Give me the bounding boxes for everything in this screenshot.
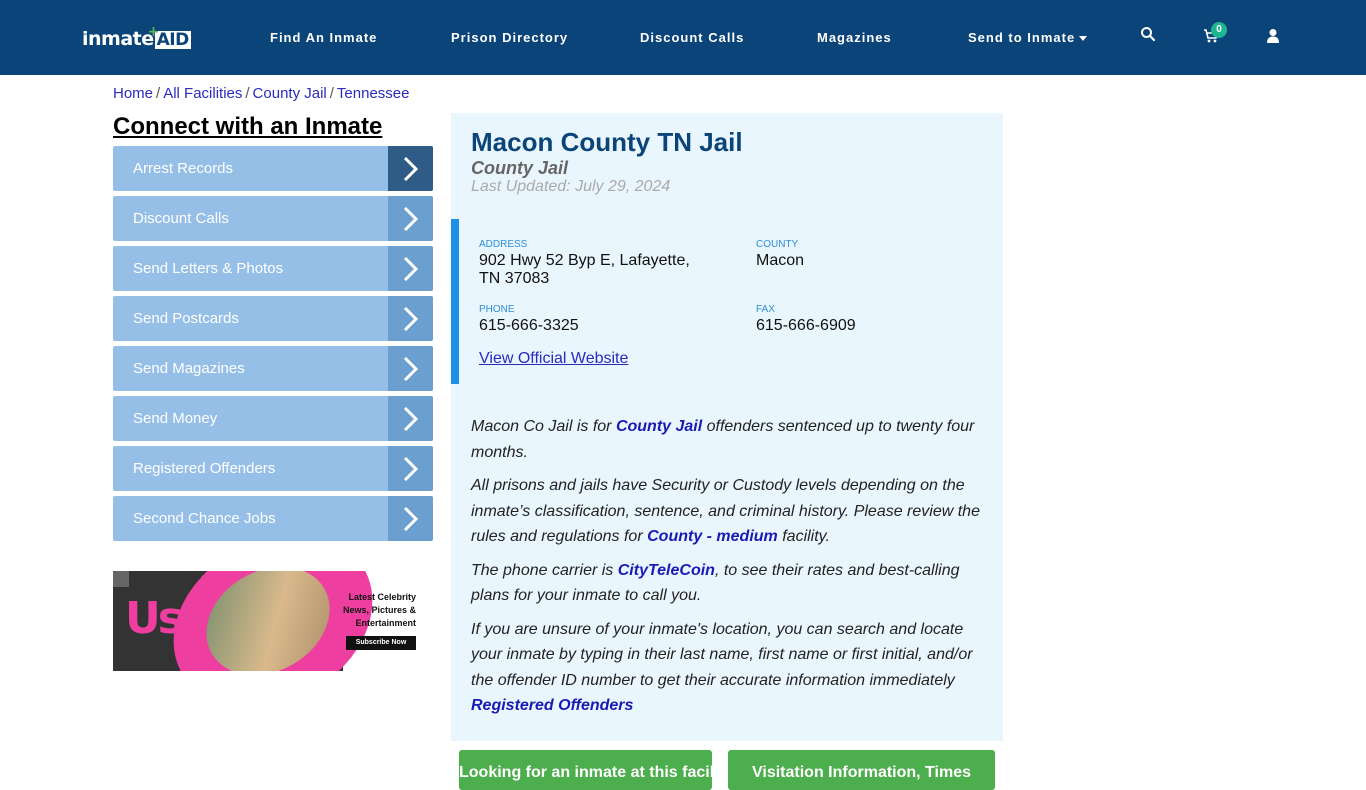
- ad-brand-logo: Us: [125, 593, 184, 644]
- address-line-2: TN 37083: [479, 270, 550, 287]
- sidebar-menu: Arrest Records Discount Calls Send Lette…: [113, 146, 433, 546]
- nav-find-an-inmate[interactable]: Find An Inmate: [270, 30, 377, 45]
- ad-corner: [113, 571, 129, 587]
- chevron-right-icon: [388, 246, 433, 291]
- sidebar-item-label: Send Magazines: [133, 360, 245, 377]
- chevron-right-icon: [388, 146, 433, 191]
- cart-count-badge: 0: [1211, 22, 1227, 38]
- sidebar-item-label: Send Letters & Photos: [133, 260, 284, 277]
- description-paragraph: Macon Co Jail is for County Jail offende…: [471, 414, 991, 465]
- breadcrumb-separator: /: [245, 85, 250, 102]
- facility-type: County Jail: [471, 158, 569, 178]
- text: If you are unsure of your inmate's locat…: [471, 620, 973, 689]
- registered-offenders-link[interactable]: Registered Offenders: [471, 697, 633, 714]
- facility-title: Macon County TN Jail: [471, 127, 743, 157]
- phone-carrier-link[interactable]: CityTeleCoin: [618, 562, 715, 579]
- sidebar-item-label: Send Money: [133, 410, 218, 427]
- nav-send-to-inmate[interactable]: Send to Inmate: [968, 30, 1088, 45]
- fax-label: FAX: [756, 304, 775, 315]
- chevron-right-icon: [388, 346, 433, 391]
- find-inmate-at-facility-button[interactable]: Looking for an inmate at this facility?: [459, 750, 712, 790]
- county-label: COUNTY: [756, 239, 799, 250]
- sidebar-item-send-postcards[interactable]: Send Postcards: [113, 296, 433, 341]
- description-paragraph: All prisons and jails have Security or C…: [471, 473, 991, 550]
- facility-panel: Macon County TN Jail County Jail Last Up…: [451, 113, 1003, 741]
- sidebar-title: Connect with an Inmate: [113, 113, 383, 140]
- sidebar-item-arrest-records[interactable]: Arrest Records: [113, 146, 433, 191]
- nav-magazines[interactable]: Magazines: [817, 30, 892, 45]
- last-updated: Last Updated: July 29, 2024: [471, 178, 671, 195]
- sidebar-item-label: Discount Calls: [133, 210, 229, 227]
- user-icon: [1267, 29, 1279, 43]
- chevron-right-icon: [388, 196, 433, 241]
- search-icon: [1141, 27, 1156, 42]
- account-button[interactable]: [1266, 28, 1286, 48]
- description-paragraph: The phone carrier is CityTeleCoin, to se…: [471, 558, 991, 609]
- top-navbar: inmate + AID Find An Inmate Prison Directo…: [0, 0, 1366, 75]
- county-value: Macon: [756, 252, 805, 269]
- phone-label: PHONE: [479, 304, 515, 315]
- nav-send-to-inmate-label: Send to Inmate: [968, 30, 1076, 45]
- official-website-link[interactable]: View Official Website: [479, 350, 628, 368]
- ad-subscribe-button: Subscribe Now: [346, 636, 416, 650]
- nav-discount-calls[interactable]: Discount Calls: [640, 30, 744, 45]
- breadcrumb-tennessee[interactable]: Tennessee: [337, 85, 410, 102]
- text: The phone carrier is: [471, 561, 618, 579]
- chevron-right-icon: [388, 296, 433, 341]
- nav-prison-directory[interactable]: Prison Directory: [451, 30, 568, 45]
- visitation-information-button[interactable]: Visitation Information, Times: [728, 750, 995, 790]
- inmateaid-logo[interactable]: inmate + AID: [82, 24, 191, 50]
- sidebar-item-label: Arrest Records: [133, 160, 234, 177]
- plus-icon: +: [147, 24, 160, 40]
- chevron-right-icon: [388, 396, 433, 441]
- sidebar-item-send-magazines[interactable]: Send Magazines: [113, 346, 433, 391]
- caret-down-icon: [1079, 36, 1088, 42]
- logo-accent-text: AID: [156, 30, 190, 50]
- sidebar-item-label: Second Chance Jobs: [133, 510, 276, 527]
- security-level-link[interactable]: County - medium: [647, 528, 778, 545]
- sidebar-item-send-letters-photos[interactable]: Send Letters & Photos: [113, 246, 433, 291]
- description-paragraph: If you are unsure of your inmate's locat…: [471, 617, 991, 719]
- breadcrumb-separator: /: [156, 85, 161, 102]
- address-line-1: 902 Hwy 52 Byp E, Lafayette,: [479, 252, 690, 269]
- us-weekly-ad-banner[interactable]: Us Latest Celebrity News, Pictures & Ent…: [113, 571, 416, 671]
- breadcrumb: Home / All Facilities / County Jail / Tennesse…: [113, 85, 409, 102]
- ad-headline: Latest Celebrity News, Pictures & Entert…: [342, 592, 416, 628]
- chevron-right-icon: [388, 496, 433, 541]
- county-jail-link[interactable]: County Jail: [616, 418, 702, 435]
- sidebar-item-label: Registered Offenders: [133, 460, 276, 477]
- facility-info-card: ADDRESS 902 Hwy 52 Byp E, Lafayette, TN …: [451, 219, 1003, 384]
- sidebar-item-registered-offenders[interactable]: Registered Offenders: [113, 446, 433, 491]
- facility-description: Macon Co Jail is for County Jail offende…: [471, 414, 991, 727]
- text: Macon Co Jail is for: [471, 418, 616, 435]
- logo-text: inmate: [82, 28, 154, 50]
- sidebar-item-label: Send Postcards: [133, 310, 239, 327]
- sidebar-item-send-money[interactable]: Send Money: [113, 396, 433, 441]
- chevron-right-icon: [388, 446, 433, 491]
- address-label: ADDRESS: [479, 239, 528, 250]
- fax-value: 615-666-6909: [756, 317, 856, 334]
- sidebar-item-second-chance-jobs[interactable]: Second Chance Jobs: [113, 496, 433, 541]
- logo-accent: + AID: [148, 24, 191, 50]
- breadcrumb-home[interactable]: Home: [113, 85, 153, 102]
- search-button[interactable]: [1140, 26, 1160, 46]
- text: facility.: [777, 528, 830, 545]
- phone-value: 615-666-3325: [479, 317, 579, 334]
- sidebar-item-discount-calls[interactable]: Discount Calls: [113, 196, 433, 241]
- breadcrumb-all-facilities[interactable]: All Facilities: [163, 85, 242, 102]
- breadcrumb-county-jail[interactable]: County Jail: [253, 85, 327, 102]
- breadcrumb-separator: /: [329, 85, 334, 102]
